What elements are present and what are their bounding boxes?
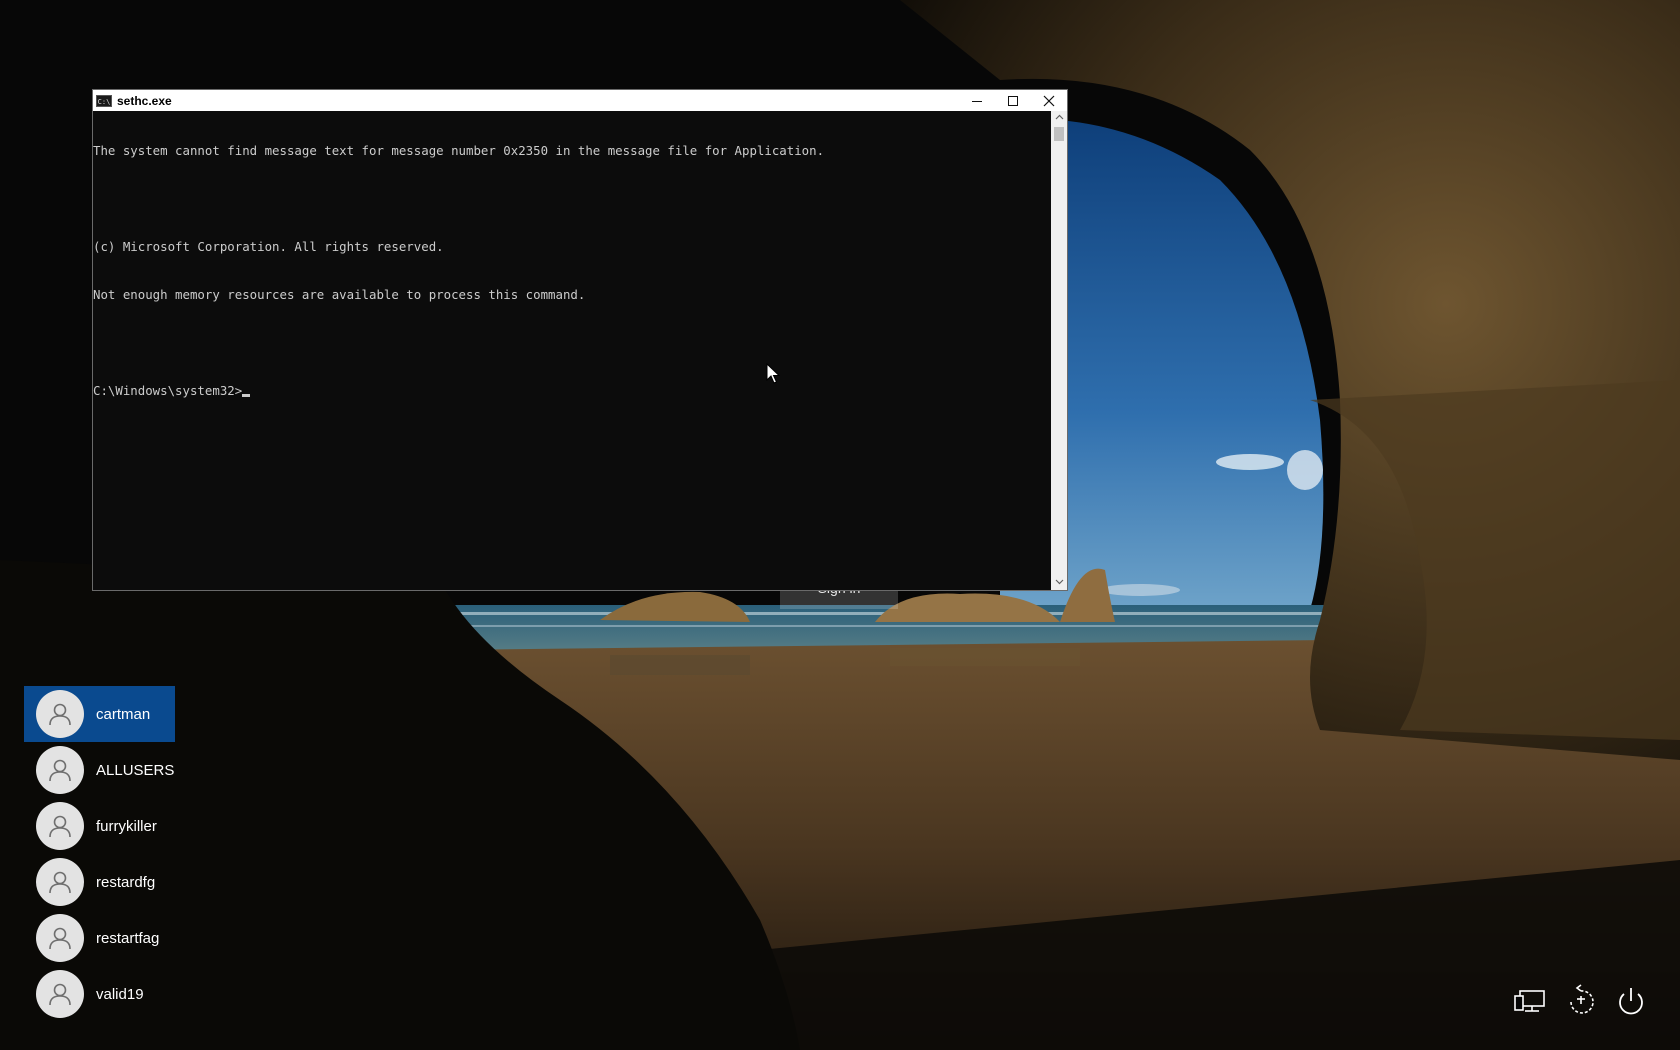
- avatar: [36, 802, 84, 850]
- scroll-up-button[interactable]: [1051, 111, 1067, 125]
- vertical-scrollbar[interactable]: [1051, 111, 1067, 590]
- avatar: [36, 914, 84, 962]
- window-controls: [959, 90, 1067, 111]
- user-name: cartman: [96, 705, 151, 723]
- user-name: ALLUSERS: [96, 761, 175, 779]
- scroll-down-button[interactable]: [1051, 576, 1067, 590]
- console-titlebar[interactable]: C:\ sethc.exe: [93, 90, 1067, 111]
- console-line: The system cannot find message text for …: [93, 143, 825, 158]
- console-line: (c) Microsoft Corporation. All rights re…: [93, 239, 444, 254]
- chevron-up-icon: [1055, 114, 1063, 120]
- scroll-thumb[interactable]: [1054, 127, 1064, 141]
- minimize-icon: [972, 100, 982, 102]
- user-icon: [49, 815, 71, 838]
- text-cursor: [242, 394, 251, 397]
- chevron-down-icon: [1055, 579, 1063, 585]
- ease-of-access-icon: [1570, 984, 1594, 1014]
- user-name: restardfg: [96, 873, 156, 891]
- avatar: [36, 746, 84, 794]
- user-name: valid19: [96, 985, 144, 1003]
- maximize-button[interactable]: [995, 90, 1031, 111]
- user-icon: [49, 871, 71, 894]
- user-item-valid19[interactable]: valid19: [24, 966, 175, 1022]
- system-tray: [1500, 984, 1680, 1024]
- user-icon: [49, 983, 71, 1006]
- close-icon: [1043, 95, 1055, 106]
- user-icon: [49, 927, 71, 950]
- user-item-cartman[interactable]: cartman: [24, 686, 175, 742]
- network-button[interactable]: [1513, 984, 1549, 1020]
- close-button[interactable]: [1031, 90, 1067, 111]
- user-item-furrykiller[interactable]: furrykiller: [24, 798, 175, 854]
- ease-of-access-button[interactable]: [1563, 984, 1599, 1020]
- mouse-pointer-icon: [766, 363, 780, 384]
- console-line: Not enough memory resources are availabl…: [93, 287, 586, 302]
- window-title: sethc.exe: [117, 93, 172, 108]
- avatar: [36, 858, 84, 906]
- user-icon: [49, 759, 71, 782]
- user-item-restartfag[interactable]: restartfag: [24, 910, 175, 966]
- power-icon: [1619, 988, 1643, 1015]
- user-name: restartfag: [96, 929, 160, 947]
- user-icon: [49, 703, 71, 726]
- lock-screen: Sign in C:\ sethc.exe The system cannot …: [0, 0, 1680, 1050]
- console-window[interactable]: C:\ sethc.exe The system cannot find mes…: [92, 89, 1068, 591]
- user-item-allusers[interactable]: ALLUSERS: [24, 742, 175, 798]
- avatar: [36, 970, 84, 1018]
- avatar: [36, 690, 84, 738]
- console-app-icon: C:\: [96, 94, 112, 107]
- maximize-icon: [1008, 95, 1018, 106]
- power-button[interactable]: [1613, 984, 1649, 1020]
- user-name: furrykiller: [96, 817, 157, 835]
- minimize-button[interactable]: [959, 90, 995, 111]
- network-icon: [1514, 990, 1545, 1012]
- console-prompt-line[interactable]: C:\Windows\system32>: [93, 383, 1051, 399]
- command-prompt: C:\Windows\system32>: [93, 383, 243, 398]
- user-item-restardfg[interactable]: restardfg: [24, 854, 175, 910]
- console-output[interactable]: The system cannot find message text for …: [93, 111, 1051, 590]
